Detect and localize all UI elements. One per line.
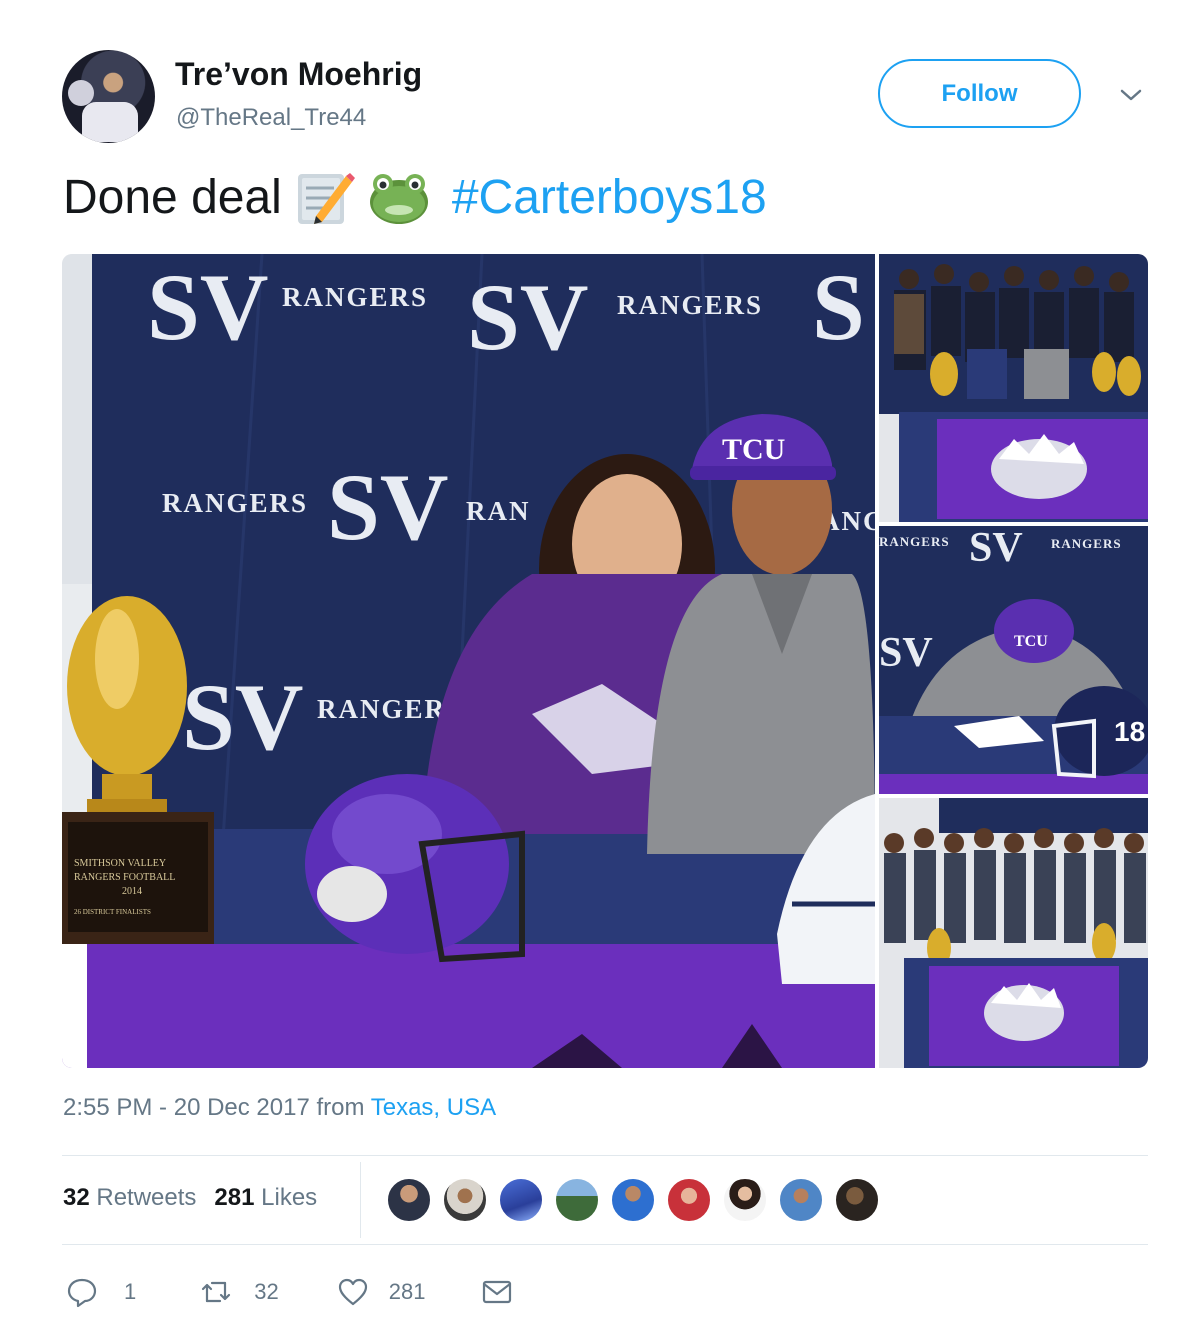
media-photo-main[interactable]: SV SV S SV SV RANGERS RANGERS RANGERS RA… bbox=[62, 254, 875, 1068]
media-photo-team[interactable] bbox=[879, 798, 1148, 1068]
trophy-plate-line: RANGERS FOOTBALL bbox=[74, 872, 175, 883]
tweet-text: Done deal #Carterboys18 bbox=[63, 166, 767, 228]
hashtag-link[interactable]: #Carterboys18 bbox=[452, 170, 767, 225]
frog-emoji bbox=[369, 174, 428, 224]
signing-closeup-photo: SV SV RANGERS RANGERS TCU 18 bbox=[879, 526, 1148, 794]
meta-separator: - bbox=[152, 1094, 174, 1121]
liker-avatar[interactable] bbox=[610, 1177, 656, 1223]
divider bbox=[62, 1244, 1148, 1245]
divider bbox=[62, 1155, 1148, 1156]
envelope-icon bbox=[483, 1280, 512, 1304]
reply-icon bbox=[67, 1278, 97, 1308]
liker-avatar[interactable] bbox=[554, 1177, 600, 1223]
trophy-plate-line: SMITHSON VALLEY bbox=[74, 858, 166, 869]
svg-text:SV: SV bbox=[879, 630, 933, 676]
trophy-plate-line: 26 DISTRICT FINALISTS bbox=[74, 908, 151, 916]
retweet-icon bbox=[202, 1281, 231, 1303]
author-handle[interactable]: @TheReal_Tre44 bbox=[176, 104, 366, 132]
retweets-label: Retweets bbox=[89, 1184, 197, 1211]
svg-text:SV: SV bbox=[467, 264, 588, 370]
liker-avatar[interactable] bbox=[386, 1177, 432, 1223]
follow-button[interactable]: Follow bbox=[878, 59, 1081, 128]
like-count: 281 bbox=[388, 1279, 426, 1304]
tweet-time[interactable]: 2:55 PM bbox=[63, 1094, 152, 1121]
likes-count: 281 bbox=[214, 1184, 255, 1211]
svg-text:SV: SV bbox=[182, 664, 303, 770]
chevron-down-icon[interactable] bbox=[1118, 84, 1144, 106]
tweet-timestamp: 2:55 PM - 20 Dec 2017 from Texas, USA bbox=[63, 1094, 496, 1122]
reply-count: 1 bbox=[124, 1279, 137, 1304]
banner-text: RANGERS bbox=[1051, 536, 1122, 551]
media-photo-signing[interactable]: SV SV RANGERS RANGERS TCU 18 bbox=[879, 526, 1148, 794]
tweet-date[interactable]: 20 Dec 2017 bbox=[174, 1094, 310, 1121]
likes-stat[interactable]: 281 Likes bbox=[214, 1184, 317, 1211]
banner-text: RANGERS bbox=[879, 534, 950, 549]
banner-text: RANGERS bbox=[282, 282, 428, 312]
liker-avatar[interactable] bbox=[834, 1177, 880, 1223]
memo-emoji bbox=[297, 173, 355, 224]
retweets-stat[interactable]: 32 Retweets bbox=[63, 1184, 196, 1211]
svg-text:SV: SV bbox=[969, 526, 1023, 571]
svg-text:SV: SV bbox=[147, 254, 268, 360]
liker-avatar[interactable] bbox=[666, 1177, 712, 1223]
liker-avatars bbox=[386, 1177, 890, 1223]
liker-avatar[interactable] bbox=[442, 1177, 488, 1223]
retweets-count: 32 bbox=[63, 1184, 90, 1211]
heart-icon bbox=[338, 1278, 367, 1306]
reply-action[interactable]: 1 bbox=[66, 1276, 136, 1308]
svg-text:SV: SV bbox=[327, 454, 448, 560]
direct-message-action[interactable] bbox=[481, 1276, 513, 1308]
author-avatar[interactable] bbox=[62, 50, 155, 143]
svg-text:S: S bbox=[812, 254, 865, 360]
svg-text:TCU: TCU bbox=[1014, 633, 1048, 650]
team-photo bbox=[879, 798, 1148, 1068]
banner-text: RANGERS bbox=[617, 290, 763, 320]
stats-divider bbox=[360, 1162, 361, 1238]
tweet-location-link[interactable]: Texas, USA bbox=[371, 1094, 496, 1121]
avatar-jersey bbox=[82, 102, 138, 142]
group-photo bbox=[879, 254, 1148, 522]
liker-avatar[interactable] bbox=[778, 1177, 824, 1223]
media-photo-group[interactable] bbox=[879, 254, 1148, 522]
banner-text: RANGERS bbox=[162, 488, 308, 518]
retweet-count: 32 bbox=[254, 1279, 279, 1304]
liker-avatar[interactable] bbox=[722, 1177, 768, 1223]
engagement-stats: 32 Retweets 281 Likes bbox=[63, 1184, 317, 1212]
helmet-number: 18 bbox=[1114, 716, 1145, 747]
tweet-actions: 1 32 281 bbox=[66, 1274, 513, 1310]
likes-label: Likes bbox=[254, 1184, 318, 1211]
liker-avatar[interactable] bbox=[498, 1177, 544, 1223]
cap-text: TCU bbox=[722, 433, 785, 466]
trophy-plate-line: 2014 bbox=[122, 886, 142, 897]
banner-text: RAN bbox=[466, 496, 531, 526]
tweet-media-grid: SV SV S SV SV RANGERS RANGERS RANGERS RA… bbox=[62, 254, 1148, 1068]
author-display-name[interactable]: Tre’von Moehrig bbox=[175, 56, 422, 93]
from-label: from bbox=[309, 1094, 371, 1121]
tweet-body: Done deal bbox=[63, 170, 282, 224]
retweet-action[interactable]: 32 bbox=[200, 1276, 279, 1308]
like-action[interactable]: 281 bbox=[337, 1276, 426, 1308]
signing-photo: SV SV S SV SV RANGERS RANGERS RANGERS RA… bbox=[62, 254, 875, 1068]
